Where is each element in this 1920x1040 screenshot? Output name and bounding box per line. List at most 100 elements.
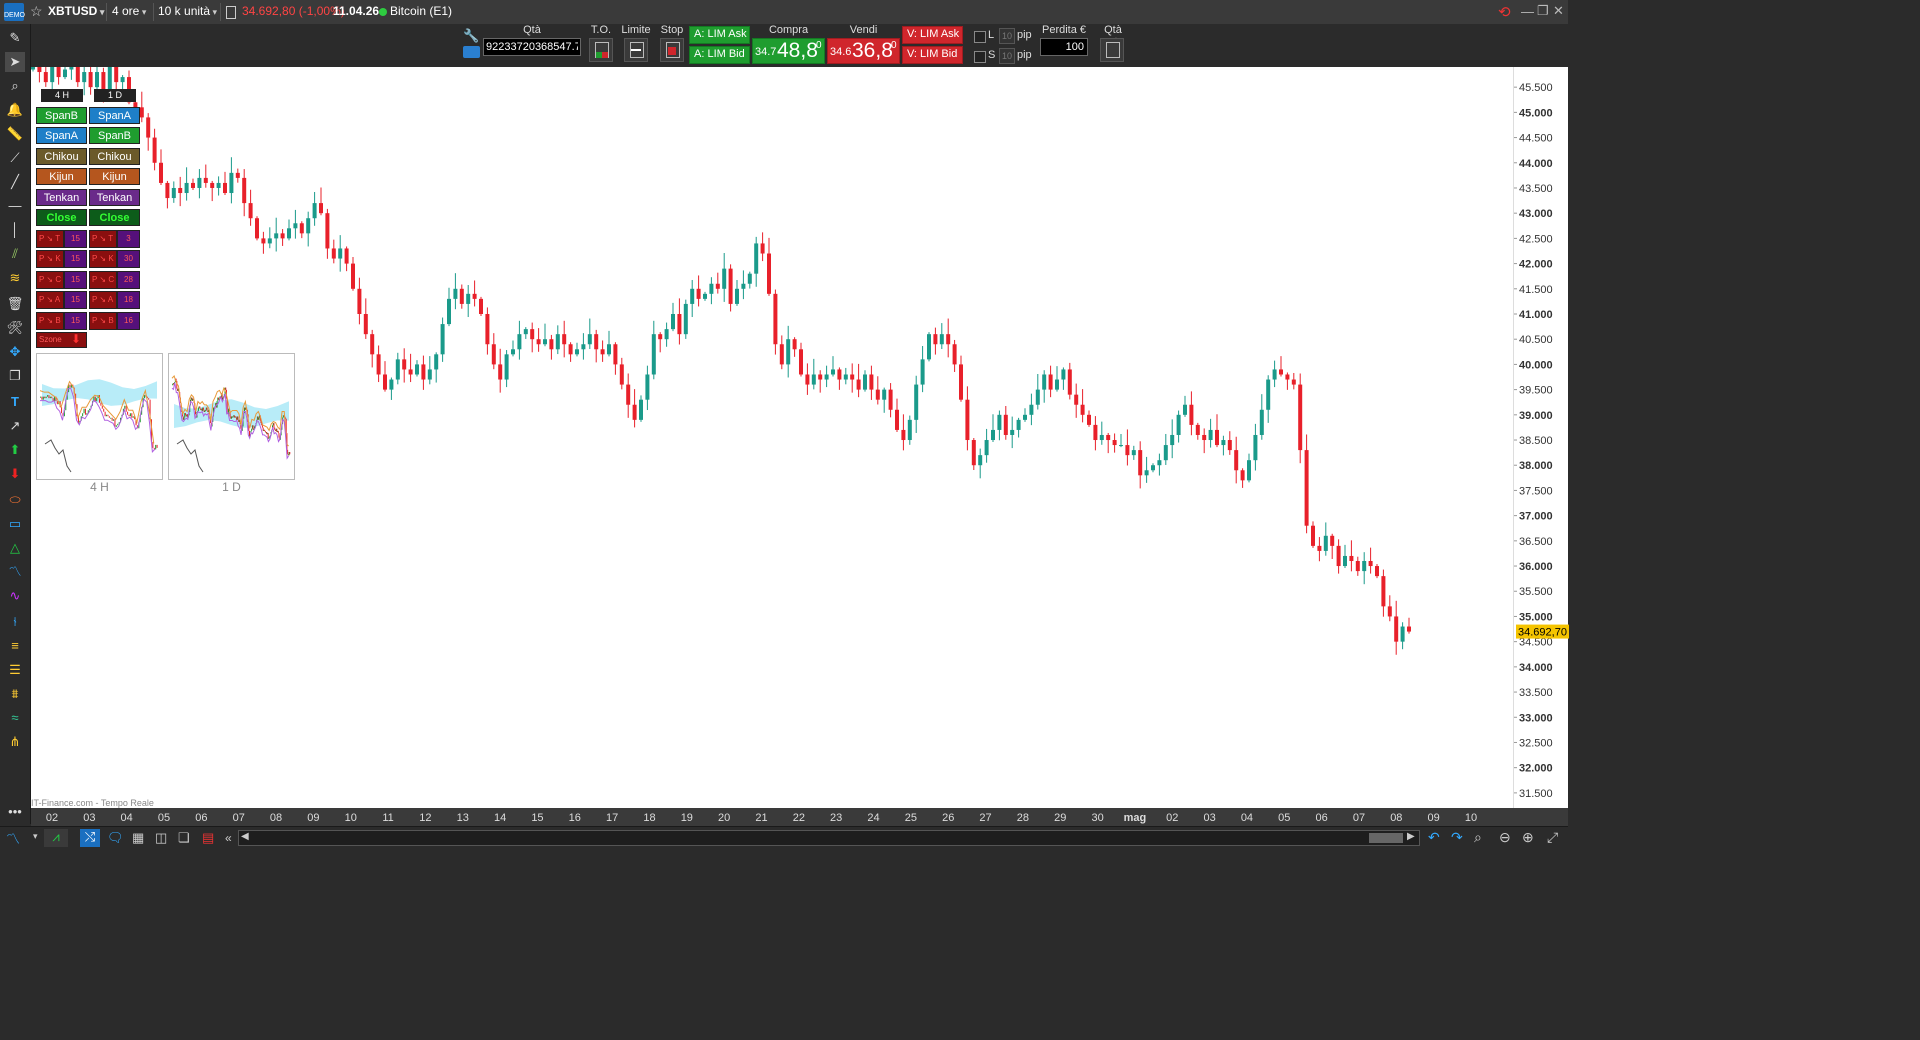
scrollbar[interactable]: ◀ ▶ xyxy=(238,830,1420,846)
ichimoku-1d-spana-button[interactable]: SpanA xyxy=(89,107,140,124)
buy-price-button[interactable]: 34.7 48,8 0 xyxy=(752,38,825,64)
timeframe-selector[interactable]: 4 ore xyxy=(112,4,146,18)
fibonacci-fan-icon[interactable]: ⫮ xyxy=(5,612,25,632)
symbol-selector[interactable]: XBTUSD xyxy=(48,4,104,18)
price-chart[interactable]: 4 H 1 D SpanB SpanA SpanA SpanB Chikou Chikou… xyxy=(31,48,1513,808)
share-icon[interactable]: ⤭ xyxy=(80,829,100,847)
limit-checkbox[interactable] xyxy=(974,31,986,43)
ichimoku-1d-spanb-button[interactable]: SpanB xyxy=(89,127,140,145)
pencil-icon[interactable]: ✎ xyxy=(5,28,25,48)
segment-icon[interactable]: ⟋ xyxy=(5,148,25,168)
settings-wrench-icon[interactable]: 🔧 xyxy=(463,28,479,44)
scroll-right-icon[interactable]: ▶ xyxy=(1407,831,1415,842)
ruler-icon[interactable]: 📏 xyxy=(5,124,25,144)
trash-icon[interactable]: 🗑 xyxy=(5,294,25,314)
more-tools-icon[interactable]: ••• xyxy=(5,802,25,822)
cursor-icon[interactable]: ➤ xyxy=(5,52,25,72)
candle-body xyxy=(792,339,797,350)
calendar-icon[interactable]: ▤ xyxy=(202,830,214,846)
ichimoku-4h-kijun-button[interactable]: Kijun xyxy=(36,168,87,186)
pitchfork-icon[interactable]: ⋔ xyxy=(5,732,25,752)
loss-input[interactable] xyxy=(1040,38,1088,56)
ellipse-icon[interactable]: ⬭ xyxy=(5,490,25,510)
ichimoku-4h-spanb-button[interactable]: SpanB xyxy=(36,107,87,124)
zigzag-icon[interactable]: 〽 xyxy=(5,562,25,582)
line-icon[interactable]: ╱ xyxy=(5,172,25,192)
restore-icon[interactable]: ❐ xyxy=(1537,3,1549,19)
ichimoku-1d-tenkan-button[interactable]: Tenkan xyxy=(89,188,140,206)
up-arrow-icon[interactable]: ⬆ xyxy=(5,440,25,460)
stop-pip-input[interactable] xyxy=(999,48,1015,64)
fibonacci-retracement-icon[interactable]: ≡ xyxy=(5,636,25,656)
capture-icon[interactable]: ◫ xyxy=(155,830,167,846)
rectangle-icon[interactable]: ▭ xyxy=(5,514,25,534)
sync-icon[interactable]: ⟲ xyxy=(1498,3,1511,21)
sell-price-button[interactable]: 34.6 36,8 0 xyxy=(827,38,900,64)
keyboard-icon[interactable] xyxy=(463,46,480,58)
arrow-tool-icon[interactable]: ↗ xyxy=(5,416,25,436)
horizontal-line-icon[interactable]: — xyxy=(5,196,25,216)
mini-chart-4h[interactable] xyxy=(36,353,163,480)
fibonacci-arcs-icon[interactable]: ☰ xyxy=(5,660,25,680)
spreadsheet-icon[interactable]: ▦ xyxy=(132,830,144,846)
ichimoku-1d-chikou-button[interactable]: Chikou xyxy=(89,147,140,165)
ichimoku-4h-spana-button[interactable]: SpanA xyxy=(36,127,87,145)
move-icon[interactable]: ✥ xyxy=(5,342,25,362)
to-order-button[interactable] xyxy=(589,38,613,62)
gann-icon[interactable]: ≈ xyxy=(5,708,25,728)
scroll-left-double-icon[interactable]: « xyxy=(225,831,232,845)
chart-type-dropdown-icon[interactable]: ▾ xyxy=(33,831,38,842)
sell-lim-ask-button[interactable]: V: LIM Ask xyxy=(902,26,963,44)
limit-pip-input[interactable] xyxy=(999,28,1015,44)
trend-channel-icon[interactable]: ⫽ xyxy=(5,244,25,264)
mini-candle xyxy=(205,409,207,411)
expand-icon[interactable]: ⤢ xyxy=(1547,829,1558,846)
szone-button[interactable]: Szone ⬇ xyxy=(36,332,87,348)
limit-order-button[interactable] xyxy=(624,38,648,62)
minimize-icon[interactable]: — xyxy=(1521,4,1534,19)
indicator-icon[interactable]: ⩘ xyxy=(44,829,68,847)
copy-icon[interactable]: ❐ xyxy=(5,366,25,386)
info-icon[interactable] xyxy=(226,6,236,19)
text-tool-icon[interactable]: T xyxy=(5,392,25,412)
ichimoku-4h-tenkan-button[interactable]: Tenkan xyxy=(36,188,87,206)
ichimoku-1d-kijun-button[interactable]: Kijun xyxy=(89,168,140,186)
stop-order-button[interactable] xyxy=(660,38,684,62)
favorite-star-icon[interactable]: ☆ xyxy=(30,3,43,20)
wave-icon[interactable]: ∿ xyxy=(5,586,25,606)
buy-lim-bid-button[interactable]: A: LIM Bid xyxy=(689,46,750,64)
triangle-icon[interactable]: △ xyxy=(5,538,25,558)
qty-input[interactable] xyxy=(483,38,581,56)
chart-type-icon[interactable]: 〽 xyxy=(6,829,20,849)
ichimoku-1d-close-button[interactable]: Close xyxy=(89,209,140,226)
comment-icon[interactable]: 🗨 xyxy=(107,830,124,846)
tools-icon[interactable]: 🛠 xyxy=(5,318,25,338)
time-axis[interactable]: 02 03 04 05 06 07 08 09 10 11 12 13 14 15 16 17 18 19 20 21… xyxy=(31,808,1568,826)
fibonacci-time-icon[interactable]: ⩩ xyxy=(5,684,25,704)
ichimoku-4h-close-button[interactable]: Close xyxy=(36,209,87,226)
zoom-fit-icon[interactable]: ⌕ xyxy=(1474,829,1482,846)
undo-icon[interactable]: ↶ xyxy=(1428,829,1440,846)
down-arrow-icon[interactable]: ⬇ xyxy=(5,464,25,484)
auto-qty-button[interactable] xyxy=(1100,38,1124,62)
time-tick-label: 17 xyxy=(606,812,618,824)
zoom-in-icon[interactable]: ⊕ xyxy=(1522,829,1534,846)
sell-lim-bid-button[interactable]: V: LIM Bid xyxy=(902,46,963,64)
alert-bell-icon[interactable]: 🔔 xyxy=(5,100,25,120)
scroll-left-icon[interactable]: ◀ xyxy=(241,831,249,842)
ichimoku-4h-chikou-button[interactable]: Chikou xyxy=(36,147,87,165)
buy-lim-ask-button[interactable]: A: LIM Ask xyxy=(689,26,750,44)
vertical-line-icon[interactable]: │ xyxy=(5,220,25,240)
zoom-out-icon[interactable]: ⊖ xyxy=(1499,829,1511,846)
close-icon[interactable]: ✕ xyxy=(1553,3,1564,19)
redo-icon[interactable]: ↷ xyxy=(1451,829,1463,846)
mini-chart-1d[interactable] xyxy=(168,353,295,480)
zoom-icon[interactable]: ⌕ xyxy=(5,76,25,96)
window-icon[interactable]: ❏ xyxy=(178,830,190,846)
stop-checkbox[interactable] xyxy=(974,51,986,63)
price-axis[interactable]: 45.500 45.000 44.500 44.000 43.500 43.000 42.5… xyxy=(1513,67,1569,808)
scrollbar-thumb[interactable] xyxy=(1369,833,1403,843)
regression-icon[interactable]: ≋ xyxy=(5,268,25,288)
units-selector[interactable]: 10 k unità xyxy=(158,4,217,18)
price-tick-label: 39.000 xyxy=(1519,410,1553,422)
